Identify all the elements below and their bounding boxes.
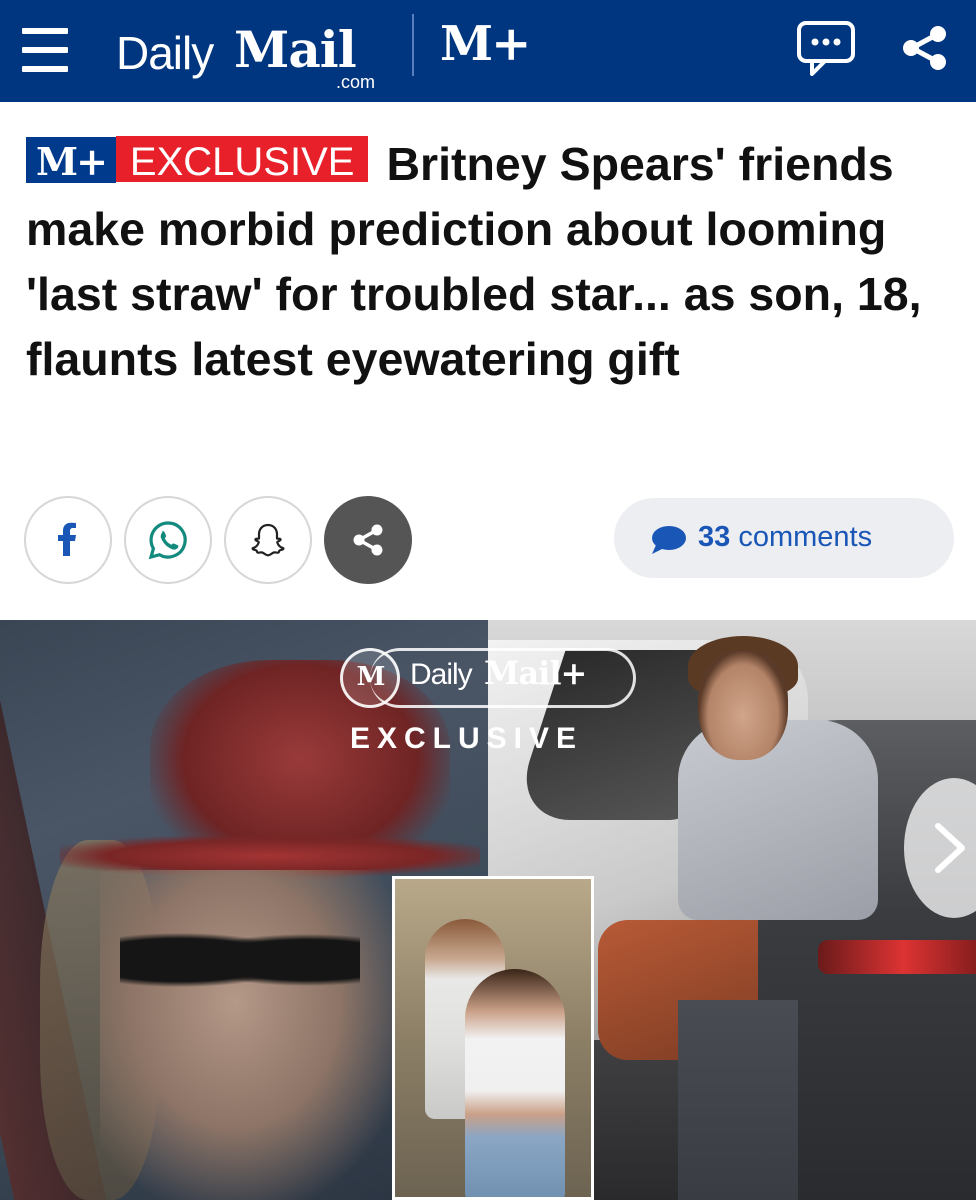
more-share-button[interactable] bbox=[324, 496, 412, 584]
watermark-exclusive: EXCLUSIVE bbox=[350, 722, 584, 755]
comments-icon[interactable] bbox=[796, 18, 856, 78]
comment-bubble-icon bbox=[652, 526, 686, 554]
snapchat-icon bbox=[251, 523, 285, 557]
photo-inset bbox=[392, 876, 594, 1200]
comments-label: 33 comments bbox=[698, 521, 872, 554]
watermark-daily: Daily bbox=[410, 658, 473, 691]
comments-word: comments bbox=[738, 521, 873, 553]
whatsapp-icon bbox=[148, 521, 187, 560]
watermark-mail: Mail+ bbox=[484, 654, 587, 692]
exclusive-badge: EXCLUSIVE bbox=[115, 136, 369, 184]
chevron-right-icon bbox=[935, 823, 965, 873]
header-divider bbox=[412, 14, 414, 76]
comments-button[interactable]: 33 comments bbox=[614, 498, 954, 578]
share-icon[interactable] bbox=[898, 22, 950, 74]
mail-plus-badge: M+ bbox=[26, 137, 116, 184]
snapchat-share-button[interactable] bbox=[224, 496, 312, 584]
daily-mail-plus-watermark: M Daily Mail+ EXCLUSIVE bbox=[340, 642, 640, 755]
comments-count: 33 bbox=[698, 521, 731, 553]
hamburger-menu-icon[interactable] bbox=[22, 26, 68, 74]
logo-mail-text: Mail bbox=[234, 20, 357, 79]
top-navigation-bar: Daily Mail .com M+ bbox=[0, 0, 976, 102]
article-hero-image[interactable]: M Daily Mail+ EXCLUSIVE bbox=[0, 620, 976, 1200]
facebook-icon bbox=[58, 522, 76, 556]
logo-daily-text: Daily bbox=[116, 27, 214, 79]
mail-plus-logo[interactable]: M+ bbox=[440, 16, 531, 72]
whatsapp-share-button[interactable] bbox=[124, 496, 212, 584]
article-headline: M+ EXCLUSIVE Britney Spears' friends make … bbox=[26, 132, 956, 392]
logo-com-text: .com bbox=[336, 72, 376, 92]
facebook-share-button[interactable] bbox=[24, 496, 112, 584]
share-icon bbox=[353, 524, 383, 556]
watermark-m: M bbox=[356, 662, 386, 692]
